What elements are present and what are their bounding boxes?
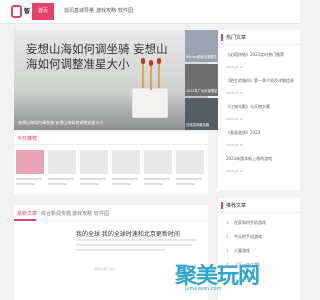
thumb-card[interactable]: 在线游戏服务器 bbox=[185, 98, 222, 130]
recommend-section: 今日推荐 bbox=[14, 132, 208, 194]
recommend-image bbox=[144, 150, 172, 174]
nav-item-home[interactable]: 首页 bbox=[32, 3, 55, 20]
rank-number: 1 bbox=[226, 220, 229, 225]
recommended-article-title: 在家如何手机游戏 bbox=[234, 220, 266, 225]
top-nav: 智 首页 狐讯基城导量 游戏攻略 软件园 bbox=[0, 0, 300, 24]
site-logo[interactable] bbox=[11, 5, 22, 18]
text-placeholder bbox=[144, 178, 170, 180]
matchbox-image bbox=[132, 52, 184, 122]
match-head bbox=[149, 60, 153, 66]
recommend-image bbox=[16, 150, 44, 174]
recommend-item[interactable] bbox=[48, 150, 76, 190]
active-tab-indicator bbox=[14, 219, 36, 221]
hot-article-title: 《幻塔终结》2023实时热门推荐 bbox=[226, 52, 285, 57]
text-placeholder bbox=[112, 178, 138, 180]
text-placeholder bbox=[76, 249, 166, 251]
matchbox bbox=[132, 88, 168, 118]
match-stick bbox=[142, 62, 144, 88]
hot-article-title: 《江南光影》与天地大雁 bbox=[226, 104, 270, 109]
hot-article-title: 《画面变质》2023 bbox=[226, 130, 261, 135]
match-stick bbox=[158, 62, 160, 88]
text-placeholder bbox=[48, 178, 74, 180]
tab-news[interactable]: 综合新闻专题 bbox=[41, 210, 71, 217]
thumb-caption: 在线游戏服务器 bbox=[186, 123, 210, 127]
header-accent bbox=[221, 202, 223, 209]
tab-latest[interactable]: 最新文章 bbox=[17, 210, 37, 217]
recommend-image bbox=[80, 150, 108, 174]
hot-article-date: 2023-07-11 bbox=[226, 169, 244, 173]
article-excerpt bbox=[76, 239, 200, 259]
nav-item-guides[interactable]: 游戏攻略 bbox=[96, 7, 116, 14]
rank-number: 2 bbox=[226, 234, 229, 239]
hot-article-title: 《陌生的城市》第一季介绍及详细信息 bbox=[226, 78, 294, 83]
article-tabs: 最新文章 综合新闻专题 游戏攻略 软件园 bbox=[14, 205, 208, 221]
watermark-url: jumeiwan.com bbox=[185, 286, 222, 292]
recommend-image bbox=[48, 150, 76, 174]
hot-article-date: 2023-07-11 bbox=[226, 91, 244, 95]
recommend-item[interactable] bbox=[176, 150, 204, 190]
site-watermark: 聚美玩网 jumeiwan.com bbox=[175, 258, 301, 298]
hero-banner[interactable]: 妄想山海如何调坐骑 妄想山海如何调整准星大小 妄想山海如何调坐骑 妄想山海如何调… bbox=[14, 30, 208, 130]
recommend-item[interactable] bbox=[16, 150, 44, 190]
article-title[interactable]: 我的全球 我的全球时速和北京更新时间 bbox=[76, 229, 180, 238]
match-stick bbox=[150, 64, 152, 90]
recommend-item[interactable] bbox=[80, 150, 108, 190]
text-placeholder bbox=[48, 183, 66, 185]
hot-articles-title: 热门文章 bbox=[226, 35, 247, 41]
logo-text: 智 bbox=[24, 8, 31, 15]
text-placeholder bbox=[16, 183, 34, 185]
divider bbox=[14, 144, 208, 145]
hot-article-title: 2023年版本新上线的游戏 bbox=[226, 156, 273, 161]
recommend-image bbox=[176, 150, 204, 174]
text-placeholder bbox=[112, 183, 130, 185]
rank-number: 3 bbox=[226, 248, 229, 253]
recommend-title: 今日推荐 bbox=[17, 136, 38, 142]
recommend-image bbox=[112, 150, 140, 174]
hot-article-date: 2023-07-11 bbox=[226, 65, 244, 69]
recommended-article-title: 今天的手机游戏 bbox=[234, 234, 262, 239]
text-placeholder bbox=[76, 239, 196, 241]
hot-article-date: 2023-07-11 bbox=[226, 143, 244, 147]
recommend-item[interactable] bbox=[144, 150, 172, 190]
header-accent bbox=[221, 34, 223, 41]
hot-articles: 热门文章 《幻塔终结》2023实时热门推荐 2023-07-11 《陌生的城市》… bbox=[218, 30, 300, 190]
nav-item-software[interactable]: 软件园 bbox=[118, 7, 133, 14]
thumb-caption: Nissan超级光速模式 bbox=[186, 55, 217, 59]
match-head bbox=[157, 58, 161, 64]
recommended-articles-header: 推荐文章 bbox=[218, 198, 300, 213]
text-placeholder bbox=[16, 178, 42, 180]
thumb-card[interactable]: 2023年广州前景展望 bbox=[185, 64, 222, 96]
recommend-item[interactable] bbox=[112, 150, 140, 190]
hot-article-date: 2023-07-11 bbox=[226, 117, 244, 121]
hot-articles-header: 热门文章 bbox=[218, 30, 300, 45]
text-placeholder bbox=[80, 183, 98, 185]
match-head bbox=[141, 58, 145, 64]
text-placeholder bbox=[80, 178, 106, 180]
text-placeholder bbox=[176, 183, 194, 185]
nav-item-news[interactable]: 狐讯基城导量 bbox=[64, 7, 94, 14]
thumb-caption: 2023年广州前景展望 bbox=[186, 89, 218, 93]
tab-software[interactable]: 软件园 bbox=[94, 210, 109, 217]
tab-guides[interactable]: 游戏攻略 bbox=[72, 210, 92, 217]
text-placeholder bbox=[76, 244, 192, 246]
recommended-articles-title: 推荐文章 bbox=[226, 203, 247, 209]
hero-caption[interactable]: 妄想山海如何调坐骑 妄想山海如何调整准星大小 bbox=[18, 120, 103, 126]
text-placeholder bbox=[144, 183, 162, 185]
text-placeholder bbox=[176, 178, 202, 180]
thumb-card[interactable]: Nissan超级光速模式 bbox=[185, 30, 222, 62]
recommended-article-title: 儿童游戏 bbox=[234, 248, 250, 253]
article-date: 2023-07-11 bbox=[94, 267, 115, 271]
